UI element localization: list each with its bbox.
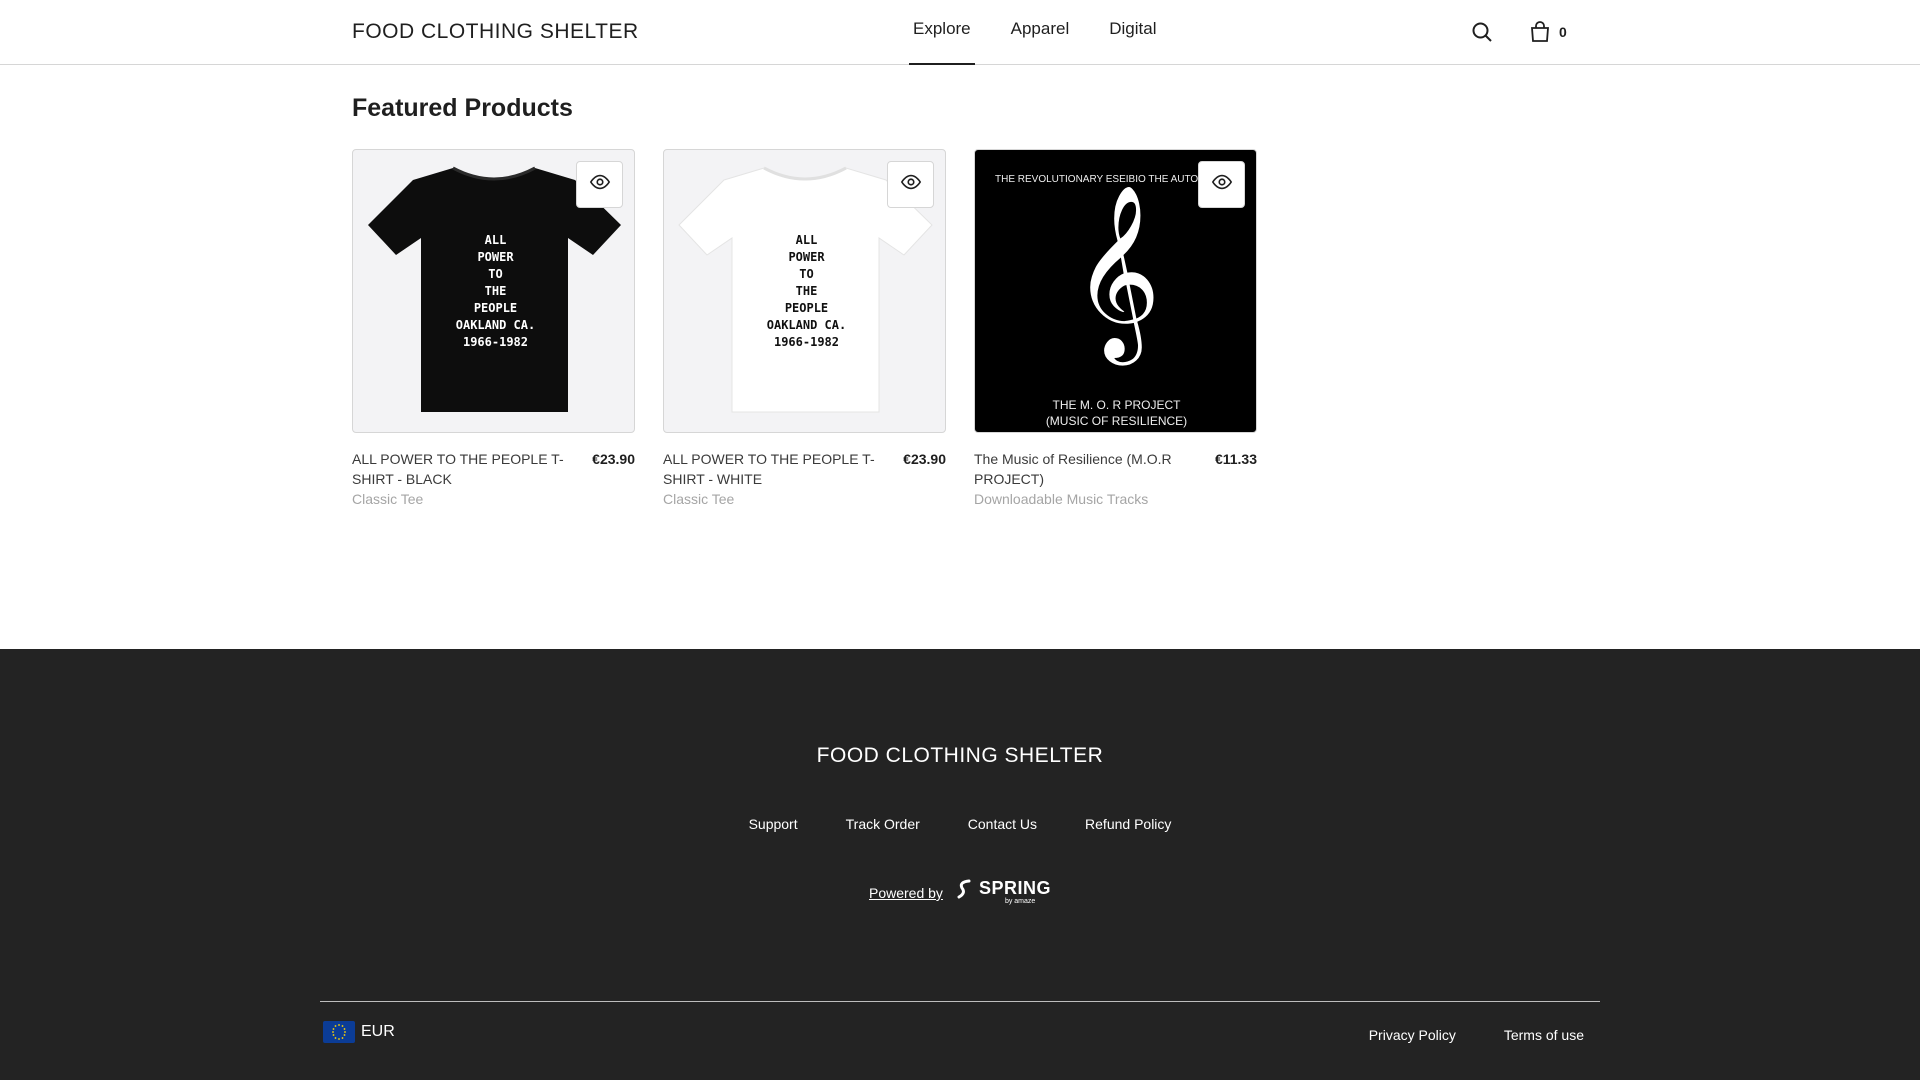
- shopping-bag-icon[interactable]: [1528, 20, 1552, 44]
- product-price: €23.90: [903, 451, 946, 467]
- privacy-policy-link[interactable]: Privacy Policy: [1369, 1027, 1456, 1043]
- currency-selector[interactable]: EUR: [323, 1021, 395, 1043]
- product-category: Classic Tee: [352, 491, 424, 507]
- quick-view-button[interactable]: [887, 161, 934, 208]
- terms-of-use-link[interactable]: Terms of use: [1504, 1027, 1584, 1043]
- spring-logo-icon[interactable]: SPRING by amaze: [955, 878, 1050, 908]
- powered-by-label[interactable]: Powered by: [869, 885, 943, 901]
- product-name[interactable]: The Music of Resilience (M.O.R PROJECT): [974, 449, 1189, 489]
- footer-link-support[interactable]: Support: [749, 816, 798, 832]
- footer-link-contact-us[interactable]: Contact Us: [968, 816, 1037, 832]
- product-grid: ALL POWER TO THE PEOPLE OAKLAND CA. 1966…: [352, 149, 1285, 509]
- shirt-print: ALL POWER TO THE PEOPLE OAKLAND CA. 1966…: [766, 233, 847, 349]
- powered-by[interactable]: Powered by SPRING by amaze: [869, 878, 1050, 908]
- nav-digital[interactable]: Digital: [1105, 0, 1160, 64]
- eye-icon: [900, 171, 922, 198]
- cart-count: 0: [1559, 24, 1567, 40]
- album-bottom-text: THE M. O. R PROJECT (MUSIC OF RESILIENCE…: [1045, 398, 1188, 428]
- product-image[interactable]: ALL POWER TO THE PEOPLE OAKLAND CA. 1966…: [663, 149, 946, 433]
- quick-view-button[interactable]: [1198, 161, 1245, 208]
- section-title: Featured Products: [352, 94, 573, 122]
- product-card[interactable]: ALL POWER TO THE PEOPLE OAKLAND CA. 1966…: [663, 149, 946, 509]
- site-header: FOOD CLOTHING SHELTER Explore Apparel Di…: [0, 0, 1920, 65]
- search-icon[interactable]: [1470, 20, 1494, 44]
- main-nav: Explore Apparel Digital: [909, 0, 1193, 65]
- nav-explore[interactable]: Explore: [909, 0, 975, 65]
- nav-apparel[interactable]: Apparel: [1007, 0, 1074, 64]
- product-category: Classic Tee: [663, 491, 735, 507]
- treble-clef-icon: 𝄞: [1072, 184, 1161, 358]
- currency-label[interactable]: EUR: [361, 1023, 395, 1041]
- legal-links: Privacy Policy Terms of use: [1321, 1027, 1584, 1043]
- product-price: €23.90: [592, 451, 635, 467]
- footer-link-track-order[interactable]: Track Order: [846, 816, 920, 832]
- product-image[interactable]: THE REVOLUTIONARY ESEIBIO THE AUTO 𝄞 THE…: [974, 149, 1257, 433]
- footer-link-refund-policy[interactable]: Refund Policy: [1085, 816, 1171, 832]
- store-logo[interactable]: FOOD CLOTHING SHELTER: [352, 20, 639, 44]
- eye-icon: [589, 171, 611, 198]
- eye-icon: [1211, 171, 1233, 198]
- product-name[interactable]: ALL POWER TO THE PEOPLE T-SHIRT - WHITE: [663, 449, 878, 489]
- product-card[interactable]: ALL POWER TO THE PEOPLE OAKLAND CA. 1966…: [352, 149, 635, 509]
- footer-divider: [320, 1001, 1600, 1002]
- footer-brand: FOOD CLOTHING SHELTER: [816, 744, 1104, 767]
- product-name[interactable]: ALL POWER TO THE PEOPLE T-SHIRT - BLACK: [352, 449, 567, 489]
- eu-flag-icon: [323, 1021, 355, 1043]
- quick-view-button[interactable]: [576, 161, 623, 208]
- footer-links: Support Track Order Contact Us Refund Po…: [0, 816, 1920, 832]
- product-card[interactable]: THE REVOLUTIONARY ESEIBIO THE AUTO 𝄞 THE…: [974, 149, 1257, 509]
- product-price: €11.33: [1214, 451, 1257, 467]
- product-category: Downloadable Music Tracks: [974, 491, 1149, 507]
- shirt-print: ALL POWER TO THE PEOPLE OAKLAND CA. 1966…: [455, 233, 536, 349]
- product-image[interactable]: ALL POWER TO THE PEOPLE OAKLAND CA. 1966…: [352, 149, 635, 433]
- site-footer: FOOD CLOTHING SHELTER Support Track Orde…: [0, 649, 1920, 1080]
